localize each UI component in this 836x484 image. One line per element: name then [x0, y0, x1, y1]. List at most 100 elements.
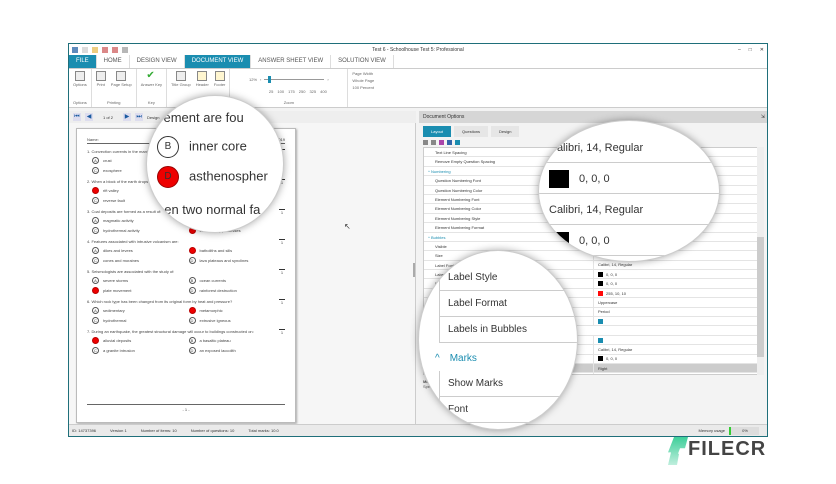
property-value-cell[interactable]: 30: [594, 373, 758, 374]
page-footer: - 1 -: [87, 404, 285, 412]
page-setup-button[interactable]: Page Setup: [111, 71, 132, 87]
answer-bubble: C: [92, 227, 99, 234]
page-width-button[interactable]: Page Width: [352, 71, 373, 76]
answer-option: Adikes and levees: [92, 247, 189, 254]
property-value-cell[interactable]: 0, 0, 0: [594, 355, 758, 363]
splitter[interactable]: [413, 263, 415, 277]
magnified-option: inner core: [189, 138, 247, 154]
answer-bubble: A: [92, 247, 99, 254]
question-mark: 1: [279, 269, 285, 275]
property-value: 0, 0, 0: [606, 356, 618, 362]
answer-bubble: C: [92, 347, 99, 354]
zoom-out-icon[interactable]: ‹: [260, 77, 261, 82]
answer-option: Ccones and moraines: [92, 257, 189, 264]
group-label: Key: [147, 100, 155, 105]
tab-design-view[interactable]: DESIGN VIEW: [130, 55, 185, 68]
checkbox[interactable]: [598, 337, 603, 343]
answer-key-button[interactable]: ✔ Answer Key: [141, 71, 162, 88]
property-value-cell[interactable]: Calibri, 14, Regular: [594, 261, 758, 269]
tab-file[interactable]: FILE: [69, 55, 97, 68]
property-value-cell[interactable]: Right: [594, 364, 758, 372]
header-button[interactable]: Header: [196, 71, 209, 87]
zoom-slider[interactable]: [264, 76, 325, 83]
next-page-button[interactable]: ▶: [123, 113, 132, 121]
load-icon[interactable]: [447, 140, 452, 145]
option-text: metamorphic: [199, 308, 223, 313]
answer-bubble: B: [188, 277, 196, 284]
color-value: 0, 0, 0: [579, 234, 610, 247]
hundred-percent-button[interactable]: 100 Percent: [352, 85, 374, 90]
answer-bubble: C: [92, 287, 99, 294]
tab-document-view[interactable]: DOCUMENT VIEW: [184, 55, 252, 68]
checkbox[interactable]: [598, 318, 603, 324]
question-text: 7. During an earthquake, the greatest st…: [87, 329, 254, 334]
scrollbar[interactable]: [757, 147, 764, 375]
filecr-logo: [668, 437, 688, 465]
tab-answer-sheet-view[interactable]: ANSWER SHEET VIEW: [251, 55, 332, 68]
option-text: rainforest destruction: [199, 288, 237, 293]
mouse-cursor-icon: ↖: [344, 222, 351, 231]
answer-option: Drainforest destruction: [188, 287, 286, 294]
property-value: 30: [598, 373, 602, 374]
options-button[interactable]: Options: [73, 71, 87, 87]
property-value-cell[interactable]: [594, 336, 758, 344]
version-selector[interactable]: Version 1: [110, 428, 127, 433]
footer-button[interactable]: Footer: [214, 71, 225, 87]
last-page-button[interactable]: ⏭: [135, 113, 144, 121]
color-swatch: [598, 290, 603, 296]
maximize-icon[interactable]: □: [749, 47, 752, 53]
zoom-thumb[interactable]: [268, 76, 272, 83]
tab-solution-view[interactable]: SOLUTION VIEW: [331, 55, 394, 68]
zoom-tick: 175: [288, 88, 295, 94]
prev-page-button[interactable]: ◀: [85, 113, 93, 121]
zoom-tick: 250: [298, 88, 306, 94]
answer-bubble: C: [92, 317, 99, 324]
tab-questions[interactable]: Questions: [454, 126, 489, 137]
pin-icon[interactable]: ⇲: [761, 114, 765, 120]
print-button[interactable]: Print: [95, 71, 106, 87]
property-value-cell[interactable]: Uppercase: [594, 298, 758, 306]
status-items: Number of items: 10: [140, 428, 177, 433]
magnified-row: Font: [439, 397, 577, 423]
tab-design[interactable]: Design: [491, 126, 520, 137]
answer-bubble: D: [188, 257, 196, 264]
magnified-text: vement are fou: [157, 110, 244, 125]
option-text: hydrothermal activity: [103, 228, 140, 233]
alphabetical-icon[interactable]: [431, 140, 436, 145]
question: 6. Which rock type has been changed from…: [87, 299, 285, 324]
option-text: plate movement: [103, 288, 132, 293]
panel-title: Document Options: [423, 114, 465, 120]
answer-option: Bbatholiths and sills: [188, 247, 286, 254]
property-value-cell[interactable]: Calibri, 14, Regular: [594, 345, 758, 353]
magnifier-properties: Calibri, 14, Regular 0, 0, 0 Calibri, 14…: [538, 120, 720, 262]
option-text: batholiths and sills: [199, 248, 233, 253]
title-bar: Test 6 - Schoolhouse Test 5: Professiona…: [69, 44, 767, 55]
magnifier-bubbles: Label Style Label Format Labels in Bubbl…: [418, 250, 578, 430]
zoom-tick: 100: [277, 88, 285, 94]
option-text: extrusive igneous: [199, 318, 231, 323]
zoom-in-icon[interactable]: ›: [327, 77, 328, 82]
property-value-cell[interactable]: 0, 0, 0: [594, 279, 758, 287]
question-text: 6. Which rock type has been changed from…: [87, 299, 233, 304]
close-icon[interactable]: ✕: [760, 47, 764, 53]
title-group-button[interactable]: Title Group: [171, 71, 191, 87]
property-value-cell[interactable]: 255, 10, 10: [594, 289, 758, 297]
tab-layout[interactable]: Layout: [423, 126, 452, 137]
property-value-cell[interactable]: 0, 0, 0: [594, 270, 758, 278]
answer-option: Asedimentary: [92, 307, 189, 314]
minimize-icon[interactable]: –: [738, 47, 741, 53]
answer-bubble: A: [92, 187, 99, 194]
print-label: Print: [96, 82, 105, 87]
chevron-up-icon[interactable]: ^: [435, 353, 440, 364]
tab-home[interactable]: HOME: [97, 55, 130, 68]
property-value-cell[interactable]: Period: [594, 308, 758, 316]
property-value-cell[interactable]: [594, 317, 758, 325]
whole-page-button[interactable]: Whole Page: [352, 78, 374, 83]
title-group-label: Title Group: [171, 82, 191, 87]
footer-icon: [214, 71, 225, 81]
apply-icon[interactable]: [455, 140, 460, 145]
ribbon: Options Options Print Page Setup Printing ✔…: [69, 69, 767, 108]
categorized-icon[interactable]: [423, 140, 428, 145]
save-icon[interactable]: [439, 140, 444, 145]
first-page-button[interactable]: ⏮: [73, 113, 81, 121]
